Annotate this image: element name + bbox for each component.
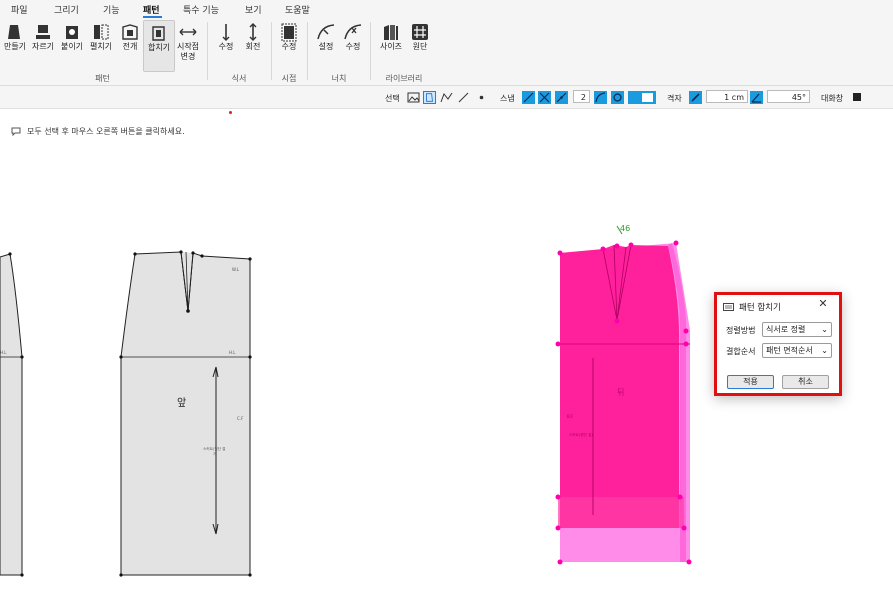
merge-pattern-icon — [152, 26, 165, 41]
menu-file[interactable]: 파일 — [11, 3, 28, 16]
grid-label: 격자 — [667, 94, 682, 103]
pattern-group-label: 패턴 — [95, 74, 110, 83]
seam-allowance-edit-button[interactable]: 수정 — [274, 20, 304, 70]
start-group-label: 시접 — [281, 74, 297, 83]
unfold-pattern-icon — [94, 24, 109, 40]
ribbon: 만들기 자르기 붙이기 펼치기 전개 합치기 시작점 변경 패턴 수정 회전 식… — [0, 18, 893, 86]
grid-size-input[interactable]: 1 cm — [706, 90, 748, 103]
svg-text:C.F: C.F — [237, 416, 244, 421]
snap-segment-icon[interactable] — [555, 91, 568, 104]
dialog-label: 대화창 — [821, 94, 844, 103]
sort-method-select[interactable]: 식서로 정렬 ⌄ — [762, 322, 832, 337]
menu-help[interactable]: 도움말 — [285, 3, 310, 16]
close-icon[interactable]: ✕ — [817, 298, 829, 310]
svg-text:W.L: W.L — [232, 267, 240, 272]
merge-pattern-dialog: 패턴 합치기 ✕ 정렬방법 식서로 정렬 ⌄ 결합순서 패턴 면적순서 ⌄ 적용… — [714, 292, 842, 396]
svg-text:스커트(원단 절: 스커트(원단 절 — [203, 446, 225, 451]
notch-set-icon — [317, 24, 335, 40]
front-pattern-piece[interactable]: W.L H.L C.F 스커트(원단 절 개 앞 — [119, 250, 252, 577]
polyline-select-icon[interactable] — [440, 91, 453, 104]
fabric-library-button[interactable]: 원단 — [405, 20, 435, 70]
notch-edit-icon — [344, 24, 362, 40]
snap-toggle[interactable] — [628, 91, 656, 104]
chevron-down-icon: ⌄ — [821, 325, 828, 334]
apply-button[interactable]: 적용 — [727, 375, 774, 389]
fabric-grid-icon — [412, 24, 428, 40]
chevron-down-icon: ⌄ — [821, 346, 828, 355]
angle-input[interactable]: 45° — [767, 90, 810, 103]
keyboard-icon — [723, 303, 734, 311]
notch-edit-label: 수정 — [345, 42, 361, 51]
start-point-arrow-icon — [179, 28, 197, 36]
attach-pattern-icon — [66, 26, 78, 39]
menu-draw[interactable]: 그리기 — [54, 3, 79, 16]
grain-rotate-icon — [249, 23, 257, 41]
seam-allowance-label: 수정 — [281, 42, 297, 51]
grid-pen-icon[interactable] — [689, 91, 702, 104]
menu-bar: 파일 그리기 기능 패턴 특수 기능 보기 도움말 — [0, 0, 893, 18]
piece-select-icon[interactable] — [423, 91, 436, 104]
seam-group-label: 식서 — [231, 74, 247, 83]
snap-label: 스냅 — [500, 94, 515, 103]
back-pattern-piece[interactable]: H.L — [0, 252, 24, 577]
svg-text:H.L: H.L — [229, 350, 236, 355]
overlay-back-label: 뒤 — [617, 388, 624, 397]
menu-function[interactable]: 기능 — [103, 3, 120, 16]
front-piece-label: 앞 — [177, 397, 186, 409]
sort-method-value: 식서로 정렬 — [766, 325, 806, 334]
snap-curve-icon[interactable] — [594, 91, 607, 104]
image-select-icon[interactable] — [407, 91, 420, 104]
sort-method-label: 정렬방법 — [726, 326, 756, 335]
seam-allowance-icon — [281, 23, 297, 42]
dialog-title: 패턴 합치기 — [739, 303, 781, 313]
menu-view[interactable]: 보기 — [245, 3, 262, 16]
cancel-button[interactable]: 취소 — [782, 375, 829, 389]
notch-edit-button[interactable]: 수정 — [338, 20, 368, 70]
merge-order-select[interactable]: 패턴 면적순서 ⌄ — [762, 343, 832, 358]
line-select-icon[interactable] — [457, 91, 470, 104]
snap-intersection-icon[interactable] — [538, 91, 551, 104]
change-label: 변경 — [180, 52, 196, 61]
svg-text:개: 개 — [213, 451, 216, 456]
snap-count-input[interactable]: 2 — [573, 90, 590, 103]
size-books-icon — [384, 25, 398, 40]
snap-center-icon[interactable] — [611, 91, 624, 104]
make-pattern-icon — [8, 25, 20, 39]
merge-order-value: 패턴 면적순서 — [766, 346, 813, 355]
angle-icon[interactable] — [750, 91, 763, 104]
change-start-point-button[interactable]: 시작점 변경 — [173, 20, 203, 76]
notch-number-label: 46 — [620, 224, 630, 233]
cut-pattern-icon — [36, 25, 50, 39]
options-toolbar: 선택 스냅 2 격자 1 cm 45° 대화창 — [0, 86, 893, 109]
message-icon — [11, 127, 21, 136]
dialog-toggle[interactable] — [853, 93, 861, 101]
menu-special[interactable]: 특수 기능 — [183, 3, 219, 16]
indicator-dot — [229, 111, 232, 114]
merged-pattern-overlay[interactable]: B.F 스커트(원단 절) 뒤 46 — [555, 224, 692, 565]
notch-group-label: 너치 — [331, 74, 347, 83]
grain-edit-icon — [222, 24, 230, 41]
grain-rotate-button[interactable]: 회전 — [238, 20, 268, 70]
menu-pattern[interactable]: 패턴 — [143, 3, 160, 16]
expand-pattern-icon — [122, 24, 138, 40]
point-select-icon[interactable] — [475, 91, 488, 104]
hint-text: 모두 선택 후 마우스 오른쪽 버튼을 클릭하세요. — [27, 127, 185, 136]
library-group-label: 라이브러리 — [385, 74, 423, 83]
snap-toggle-knob — [642, 93, 653, 102]
fabric-library-label: 원단 — [412, 42, 428, 51]
snap-line-icon[interactable] — [522, 91, 535, 104]
svg-text:스커트(원단 절): 스커트(원단 절) — [569, 432, 593, 437]
svg-text:H.L: H.L — [0, 350, 7, 355]
merge-order-label: 결합순서 — [726, 347, 756, 356]
svg-text:B.F: B.F — [567, 414, 574, 419]
select-label: 선택 — [385, 94, 400, 103]
start-point-label: 시작점 — [176, 42, 200, 51]
